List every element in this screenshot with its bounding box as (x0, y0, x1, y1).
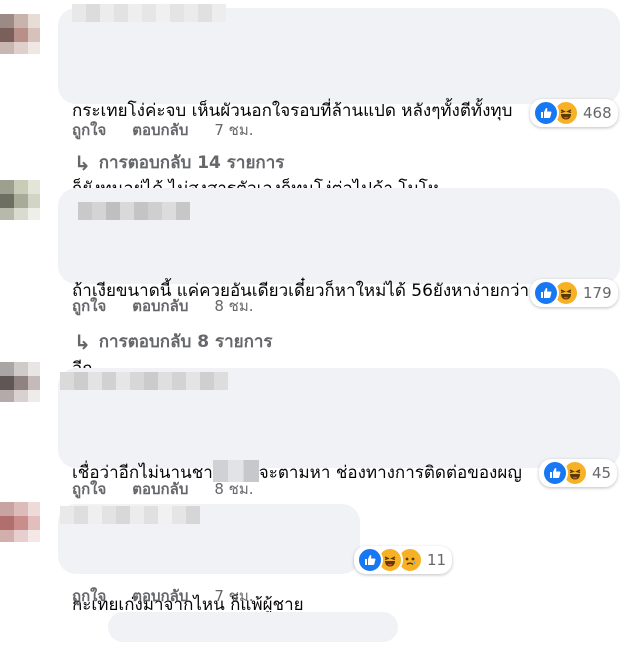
reaction-summary[interactable]: 11 (354, 546, 453, 574)
reaction-summary[interactable]: 45 (539, 459, 618, 487)
commenter-name-redacted[interactable] (60, 506, 200, 524)
avatar[interactable] (0, 180, 40, 220)
reply-button[interactable]: ตอบกลับ (132, 294, 188, 318)
comment-actions: ถูกใจ ตอบกลับ 8 ชม. (72, 294, 254, 318)
comment-timestamp[interactable]: 8 ชม. (214, 294, 253, 318)
like-reaction-icon (542, 460, 568, 486)
comment-actions: ถูกใจ ตอบกลับ 8 ชม. (72, 477, 254, 501)
reaction-summary[interactable]: 468 (530, 99, 618, 127)
like-reaction-icon (533, 280, 559, 306)
reply-arrow-icon: ↳ (74, 150, 91, 175)
view-replies-link[interactable]: ↳ การตอบกลับ 8 รายการ (74, 328, 273, 355)
reaction-count: 11 (427, 551, 447, 569)
comment-bubble: กระเทยโง่ค่ะจบ เห็นผัวนอกใจรอบที่ล้านแปด… (58, 4, 620, 199)
comment-timestamp[interactable]: 8 ชม. (214, 477, 253, 501)
reply-button[interactable]: ตอบกลับ (132, 118, 188, 142)
reply-button[interactable]: ตอบกลับ (132, 477, 188, 501)
comment-bubble: กะเทยเก่งมาจากไหน ก็แพ้ผู้ชาย (58, 504, 360, 615)
view-replies-link[interactable]: ↳ การตอบกลับ 14 รายการ (74, 149, 284, 176)
commenter-name-redacted[interactable] (60, 372, 228, 390)
avatar[interactable] (0, 502, 40, 542)
comment-bubble (108, 612, 398, 642)
like-button[interactable]: ถูกใจ (72, 294, 106, 318)
avatar[interactable] (0, 14, 40, 54)
reply-arrow-icon: ↳ (74, 329, 91, 354)
like-button[interactable]: ถูกใจ (72, 584, 106, 608)
like-button[interactable]: ถูกใจ (72, 477, 106, 501)
like-reaction-icon (357, 547, 383, 573)
reply-button[interactable]: ตอบกลับ (132, 584, 188, 608)
reaction-summary[interactable]: 179 (530, 279, 618, 307)
replies-count-label: การตอบกลับ 8 รายการ (98, 332, 273, 352)
comment-timestamp[interactable]: 7 ชม. (214, 118, 253, 142)
reaction-count: 468 (583, 104, 612, 122)
avatar[interactable] (0, 362, 40, 402)
comment-actions: ถูกใจ ตอบกลับ 7 ชม. (72, 118, 254, 142)
reaction-count: 45 (592, 464, 612, 482)
comment-timestamp[interactable]: 7 ชม. (214, 584, 253, 608)
comment-actions: ถูกใจ ตอบกลับ 7 ชม. (72, 584, 254, 608)
comment-bubble: เชื่อว่าอีกไม่นานชา จะตามหา ช่องทางการติด… (58, 368, 620, 561)
commenter-name-redacted[interactable] (72, 4, 226, 22)
commenter-name-redacted[interactable] (78, 202, 190, 220)
reaction-count: 179 (583, 284, 612, 302)
replies-count-label: การตอบกลับ 14 รายการ (98, 153, 285, 173)
comment-bubble: ถ้าเงียขนาดนี้ แค่ควยอันเดียวเดี๋ยวก็หาใ… (58, 188, 620, 379)
like-reaction-icon (533, 100, 559, 126)
like-button[interactable]: ถูกใจ (72, 118, 106, 142)
